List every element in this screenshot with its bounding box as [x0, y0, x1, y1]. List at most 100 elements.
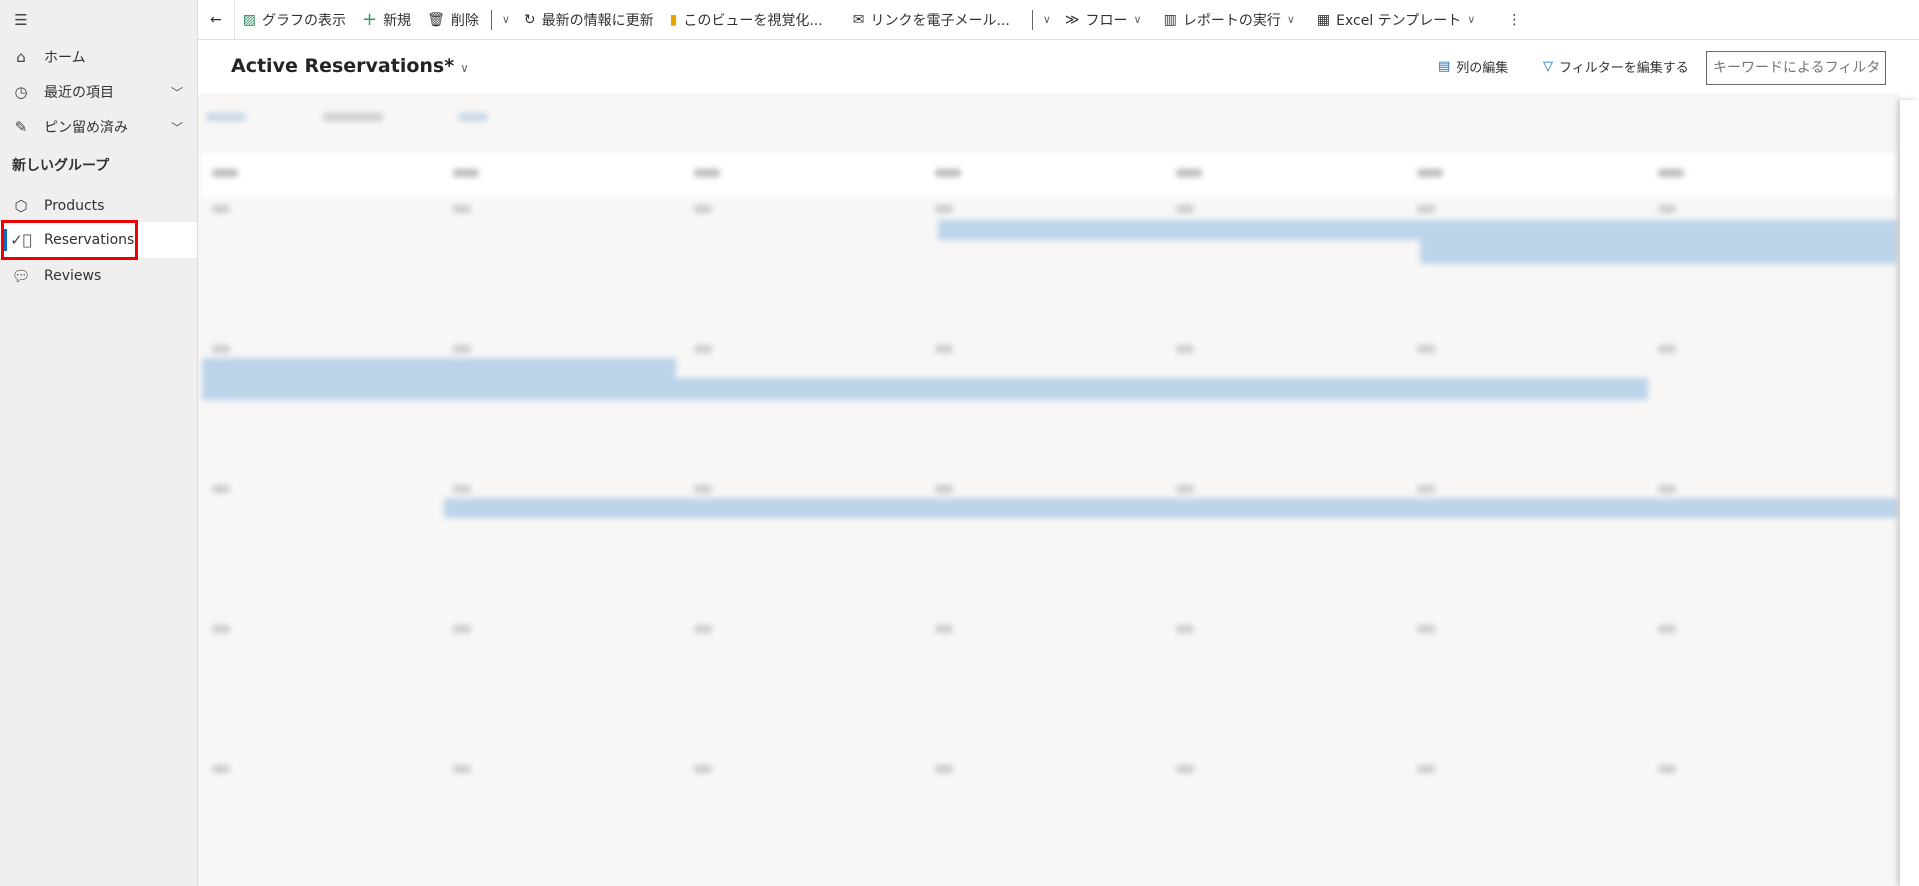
command-bar: ← ▨ グラフの表示 + 新規 🗑︎ 削除 ∨ ↻ 最新の情報に更新 ▮ このビューを視覚…: [198, 0, 1919, 40]
chevron-down-icon: ∨: [460, 61, 469, 75]
date-label: [1176, 625, 1194, 633]
trash-icon: 🗑︎: [427, 11, 445, 28]
clock-icon: ◷: [14, 83, 28, 101]
scrollbar[interactable]: [1900, 100, 1919, 886]
excel-templates-button[interactable]: ▦ Excel テンプレート ∨: [1309, 0, 1489, 40]
date-label: [694, 625, 712, 633]
date-label: [1417, 765, 1435, 773]
divider: [1031, 9, 1033, 30]
day-header: [212, 169, 238, 177]
sidebar-item-reviews[interactable]: 💬︎ Reviews: [0, 258, 197, 294]
label: 列の編集: [1456, 61, 1509, 76]
blurred-calendar: [198, 93, 1900, 886]
divider: [490, 9, 492, 30]
date-label: [212, 485, 230, 493]
sidebar-item-label: ピン留め済み: [44, 120, 128, 136]
refresh-button[interactable]: ↻ 最新の情報に更新: [516, 0, 662, 40]
date-label: [935, 345, 953, 353]
date-label: [1417, 205, 1435, 213]
home-icon: ⌂: [16, 48, 26, 66]
date-label: [212, 625, 230, 633]
hamburger-icon: ☰: [14, 11, 28, 29]
sidebar-item-label: 最近の項目: [44, 85, 114, 101]
date-label: [1176, 345, 1194, 353]
event-bar: [202, 358, 676, 378]
sidebar-item-reservations[interactable]: ✓⃝ Reservations: [0, 222, 197, 258]
day-header: [694, 169, 720, 177]
back-arrow-icon: ←: [210, 11, 222, 28]
group-title: 新しいグループ: [12, 158, 110, 174]
chevron-down-icon: ∨: [1286, 13, 1295, 26]
label: 削除: [450, 12, 479, 29]
flow-icon: ≫: [1064, 11, 1080, 28]
sidebar-item-label: Products: [44, 198, 105, 214]
flow-button[interactable]: ≫ フロー ∨: [1057, 0, 1156, 40]
more-commands-button[interactable]: ⋮: [1499, 0, 1529, 40]
columns-icon: ▤: [1438, 59, 1451, 74]
date-label: [453, 765, 471, 773]
delete-button[interactable]: 🗑︎ 削除: [419, 0, 487, 40]
keyword-filter-input[interactable]: [1706, 51, 1886, 85]
comment-icon: 💬︎: [11, 267, 31, 285]
sidebar-item-products[interactable]: ⬡ Products: [0, 188, 197, 224]
date-label: [1176, 485, 1194, 493]
power-bi-icon: ▮: [669, 11, 678, 28]
date-label: [453, 205, 471, 213]
date-label: [453, 485, 471, 493]
back-button[interactable]: ←: [198, 0, 235, 40]
check-circle-icon: ✓⃝: [10, 231, 32, 249]
event-bar: [1420, 240, 1900, 264]
chevron-down-icon[interactable]: ∨: [496, 13, 516, 26]
box-icon: ⬡: [14, 197, 28, 215]
view-selector[interactable]: Active Reservations* ∨: [231, 55, 469, 77]
sidebar-item-label: Reservations: [44, 232, 135, 248]
label: このビューを視覚化...: [683, 12, 823, 29]
label: グラフの表示: [261, 12, 346, 29]
day-header: [935, 169, 961, 177]
run-report-button[interactable]: ▥ レポートの実行 ∨: [1156, 0, 1309, 40]
sidebar-item-label: ホーム: [44, 50, 86, 66]
report-icon: ▥: [1163, 11, 1177, 28]
sidebar-item-label: Reviews: [44, 268, 102, 284]
date-label: [1658, 345, 1676, 353]
sidebar-item-home[interactable]: ⌂ ホーム: [0, 39, 197, 75]
event-bar: [444, 498, 1900, 518]
sidebar-item-pinned[interactable]: ✎ ピン留め済み ﹀: [0, 109, 197, 145]
blurred-tool: [206, 113, 246, 121]
refresh-icon: ↻: [523, 11, 536, 28]
edit-filters-button[interactable]: ▽ フィルターを編集する: [1543, 57, 1689, 76]
chevron-down-icon[interactable]: ﹀: [171, 84, 183, 101]
date-label: [1658, 625, 1676, 633]
date-label: [453, 625, 471, 633]
visualize-button[interactable]: ▮ このビューを視覚化...: [662, 0, 831, 40]
chevron-down-icon[interactable]: ∨: [1037, 13, 1057, 26]
date-label: [935, 485, 953, 493]
label: フィルターを編集する: [1559, 61, 1689, 76]
date-label: [1417, 485, 1435, 493]
date-label: [935, 765, 953, 773]
event-bar: [202, 378, 1648, 400]
date-label: [453, 345, 471, 353]
mail-icon: ✉: [852, 11, 865, 28]
email-link-button[interactable]: ✉ リンクを電子メール...: [845, 0, 1018, 40]
date-label: [1417, 625, 1435, 633]
chevron-down-icon[interactable]: ﹀: [171, 119, 183, 136]
edit-columns-button[interactable]: ▤ 列の編集: [1438, 57, 1508, 76]
sidebar-item-recent[interactable]: ◷ 最近の項目 ﹀: [0, 74, 197, 110]
sidebar: ☰ ⌂ ホーム ◷ 最近の項目 ﹀ ✎ ピン留め済み ﹀ 新しいグループ ⬡ Product…: [0, 0, 198, 886]
chevron-down-icon: ∨: [1133, 13, 1142, 26]
label: リンクを電子メール...: [870, 12, 1010, 29]
view-header: Active Reservations* ∨ ▤ 列の編集 ▽ フィルターを編集する: [198, 41, 1919, 93]
day-header: [1176, 169, 1202, 177]
day-header: [1417, 169, 1443, 177]
chart-icon: ▨: [242, 11, 256, 28]
day-header: [1658, 169, 1684, 177]
label: 最新の情報に更新: [541, 12, 654, 29]
pin-icon: ✎: [14, 118, 28, 136]
label: 新規: [383, 12, 412, 29]
show-chart-button[interactable]: ▨ グラフの表示: [235, 0, 354, 40]
new-button[interactable]: + 新規: [354, 0, 419, 40]
menu-toggle-button[interactable]: ☰: [0, 2, 197, 38]
date-label: [694, 345, 712, 353]
calendar-view[interactable]: [198, 93, 1900, 886]
